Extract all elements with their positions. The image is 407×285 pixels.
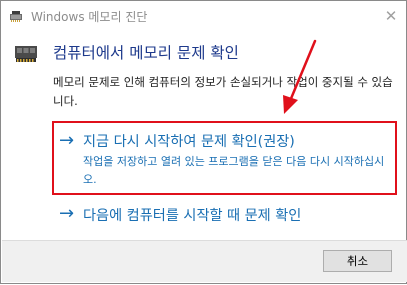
- dialog-heading: 컴퓨터에서 메모리 문제 확인: [53, 44, 239, 62]
- memory-chip-icon: [13, 41, 39, 67]
- memory-diagnostic-app-icon: [9, 9, 23, 23]
- check-next-start-option[interactable]: → 다음에 컴퓨터를 시작할 때 문제 확인: [52, 203, 397, 229]
- title-bar[interactable]: Windows 메모리 진단 ✕: [1, 1, 406, 30]
- restart-now-option[interactable]: → 지금 다시 시작하여 문제 확인(권장) 작업을 저장하고 열려 있는 프로…: [52, 121, 397, 195]
- dialog-header: 컴퓨터에서 메모리 문제 확인: [13, 37, 393, 71]
- cancel-button[interactable]: 취소: [323, 250, 392, 272]
- window-title: Windows 메모리 진단: [31, 10, 148, 24]
- close-button[interactable]: ✕: [376, 1, 406, 30]
- dialog-window: Windows 메모리 진단 ✕ 컴퓨터에서 메모리 문제 확인 메모리 문제로…: [0, 0, 407, 284]
- restart-now-description: 작업을 저장하고 열려 있는 프로그램을 닫은 다음 다시 시작하십시오.: [83, 155, 385, 186]
- arrow-right-icon: →: [59, 130, 75, 151]
- restart-now-title: 지금 다시 시작하여 문제 확인(권장): [83, 134, 295, 150]
- description-text: 메모리 문제로 인해 컴퓨터의 정보가 손실되거나 작업이 중지될 수 있습니다…: [53, 75, 393, 108]
- dialog-footer: 취소: [2, 240, 407, 282]
- arrow-right-icon: →: [59, 203, 75, 224]
- check-next-start-title: 다음에 컴퓨터를 시작할 때 문제 확인: [83, 208, 302, 224]
- close-icon: ✕: [384, 6, 398, 25]
